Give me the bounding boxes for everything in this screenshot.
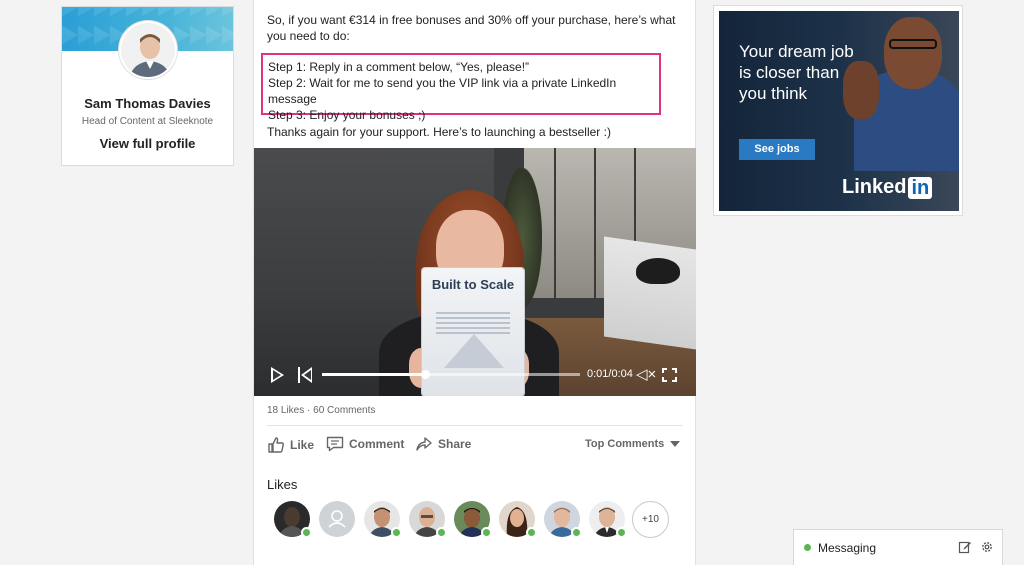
video-player[interactable]: Built to Scale 0:01/0:04 ◁×: [254, 148, 696, 396]
more-likes-button[interactable]: +10: [632, 501, 669, 538]
profile-card: Sam Thomas Davies Head of Content at Sle…: [61, 6, 234, 166]
step-2-text: Step 2: Wait for me to send you the VIP …: [268, 76, 617, 106]
liker-avatar[interactable]: [409, 501, 447, 538]
divider: [267, 425, 683, 426]
mute-icon[interactable]: ◁×: [636, 367, 656, 383]
share-button[interactable]: Share: [415, 436, 471, 452]
online-status-dot: [481, 527, 492, 538]
liker-avatar[interactable]: [454, 501, 492, 538]
steps-highlight-box: Step 1: Reply in a comment below, “Yes, …: [261, 53, 661, 122]
online-status-dot: [616, 527, 627, 538]
like-button[interactable]: Like: [267, 436, 314, 454]
online-status-dot: [301, 527, 312, 538]
sort-label: Top Comments: [585, 438, 665, 450]
video-desk: [604, 236, 696, 350]
share-icon: [416, 437, 432, 451]
online-status-dot: [526, 527, 537, 538]
online-status-dot: [804, 544, 811, 551]
ad-person-glasses: [889, 39, 937, 49]
profile-name: Sam Thomas Davies: [84, 96, 211, 111]
video-progress-fill: [322, 373, 426, 376]
share-label: Share: [438, 437, 472, 451]
liker-avatar[interactable]: [274, 501, 312, 538]
likes-heading: Likes: [267, 477, 298, 492]
linkedin-logo-text: Linked: [842, 176, 907, 198]
linkedin-logo-box: in: [908, 176, 933, 199]
compose-icon[interactable]: [958, 540, 972, 554]
video-progress-handle[interactable]: [421, 370, 431, 379]
liker-avatar[interactable]: [589, 501, 627, 538]
chevron-down-icon: [670, 441, 681, 447]
post-intro-text: So, if you want €314 in free bonuses and…: [267, 13, 676, 43]
video-progress-bar[interactable]: [322, 370, 580, 379]
ad-banner[interactable]: Your dream job is closer than you think …: [719, 11, 959, 211]
linkedin-logo: Linked in: [842, 176, 933, 199]
avatar[interactable]: [119, 21, 177, 79]
social-counts[interactable]: 18 Likes · 60 Comments: [267, 405, 375, 416]
video-time: 0:01/0:04: [587, 368, 633, 380]
post-thanks-text: Thanks again for your support. Here’s to…: [267, 125, 611, 139]
job-ad[interactable]: Your dream job is closer than you think …: [713, 5, 963, 216]
liker-avatar[interactable]: [499, 501, 537, 538]
profile-headline: Head of Content at Sleeknote: [81, 116, 214, 127]
messaging-bar[interactable]: Messaging: [793, 529, 1003, 565]
view-full-profile-link[interactable]: View full profile: [62, 136, 233, 151]
ad-person-head: [884, 17, 942, 89]
liker-avatar-placeholder[interactable]: [319, 501, 355, 537]
online-status-dot: [571, 527, 582, 538]
video-headphones: [636, 258, 680, 284]
like-label: Like: [290, 438, 315, 452]
gear-icon[interactable]: [980, 540, 994, 554]
online-status-dot: [391, 527, 402, 538]
liker-avatar[interactable]: [544, 501, 582, 538]
comment-icon: [326, 436, 344, 452]
book-subtitle-lines: [436, 312, 510, 334]
comment-button[interactable]: Comment: [326, 436, 404, 452]
fullscreen-icon[interactable]: [662, 368, 677, 382]
video-controls: 0:01/0:04 ◁×: [254, 360, 696, 390]
book-title: Built to Scale: [431, 277, 515, 292]
step-1-text: Step 1: Reply in a comment below, “Yes, …: [268, 60, 530, 74]
liker-avatar[interactable]: [364, 501, 402, 538]
play-icon[interactable]: [271, 367, 284, 383]
step-3-text: Step 3: Enjoy your bonuses ;): [268, 108, 426, 122]
online-status-dot: [436, 527, 447, 538]
sort-comments-dropdown[interactable]: Top Comments: [585, 438, 681, 450]
messaging-label: Messaging: [818, 541, 877, 555]
thumbs-up-icon: [268, 437, 284, 453]
feed-post: So, if you want €314 in free bonuses and…: [253, 0, 696, 565]
comment-label: Comment: [349, 437, 405, 451]
see-jobs-button[interactable]: See jobs: [739, 139, 815, 160]
restart-icon[interactable]: [298, 367, 312, 383]
ad-headline: Your dream job is closer than you think: [739, 42, 854, 103]
